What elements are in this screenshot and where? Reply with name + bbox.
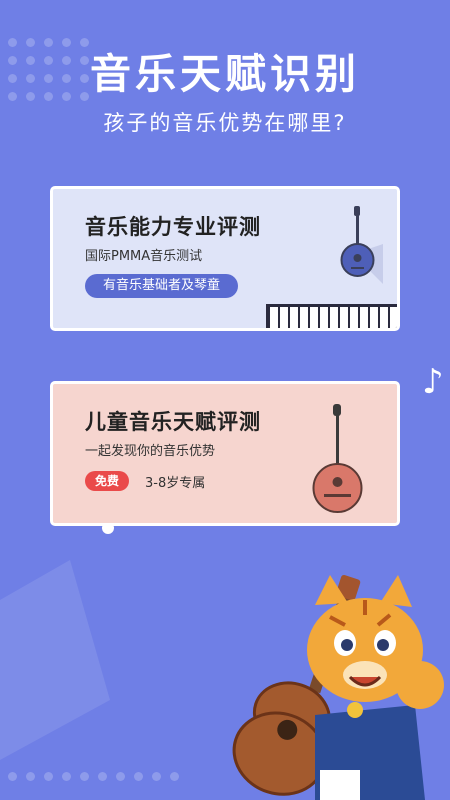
music-note-icon: ♪ [422, 362, 444, 402]
card-subtitle: 国际PMMA音乐测试 [85, 249, 203, 264]
free-badge: 免费 [85, 471, 130, 491]
pipa-lute-icon [312, 404, 363, 513]
piano-keys-icon [266, 304, 397, 328]
audience-tag: 有音乐基础者及琴童 [85, 274, 239, 298]
professional-assessment-card[interactable]: 音乐能力专业评测 国际PMMA音乐测试 有音乐基础者及琴童 [50, 186, 400, 331]
decorative-dots-bottom [8, 772, 179, 781]
child-talent-assessment-card[interactable]: 儿童音乐天赋评测 一起发现你的音乐优势 免费 3-8岁专属 [50, 381, 400, 526]
tiger-guitar-mascot [232, 574, 444, 800]
card-subtitle: 一起发现你的音乐优势 [85, 444, 216, 459]
card-title: 儿童音乐天赋评测 [85, 410, 261, 434]
card-title: 音乐能力专业评测 [85, 215, 261, 239]
age-tag: 3-8岁专属 [145, 476, 206, 491]
page-title: 音乐天赋识别 [90, 50, 360, 98]
page-subtitle: 孩子的音乐优势在哪里? [103, 111, 347, 135]
ruan-lute-icon [340, 206, 383, 284]
